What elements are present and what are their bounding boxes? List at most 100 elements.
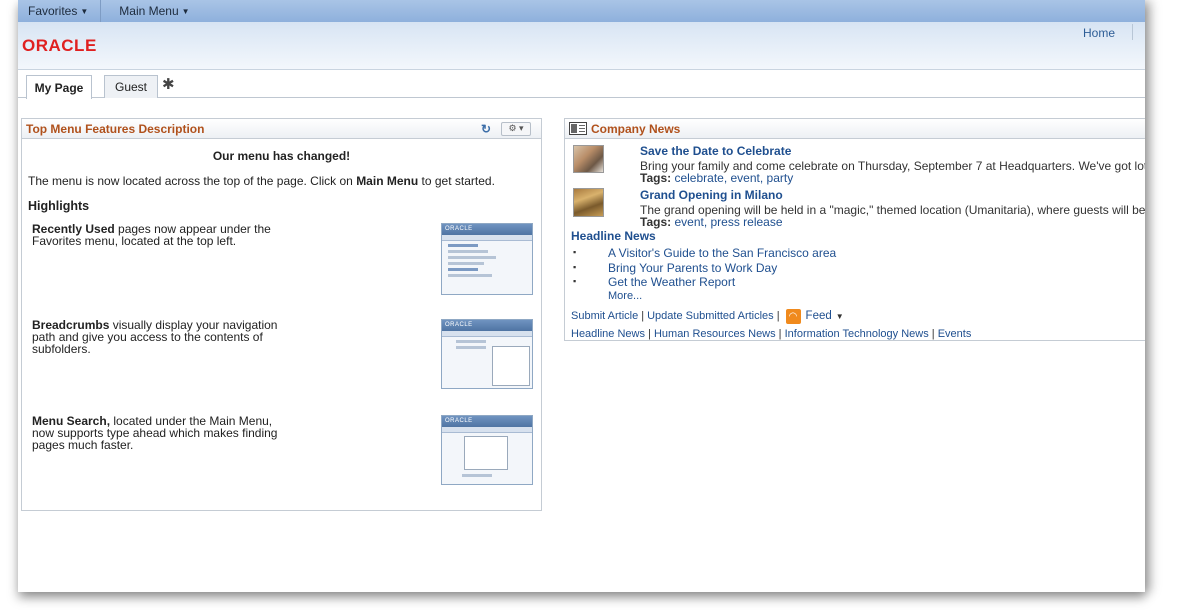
article-title-link[interactable]: Save the Date to Celebrate [640,144,791,158]
more-link[interactable]: More... [571,290,1145,302]
headline-link[interactable]: A Visitor's Guide to the San Francisco a… [608,246,836,260]
tab-guest[interactable]: Guest [104,75,158,98]
article-tags: Tags: event, press release [640,215,783,229]
tab-my-page[interactable]: My Page [26,75,92,99]
thumb-line [448,274,492,277]
header-divider [1132,24,1133,40]
thumb-line [462,474,492,477]
favorites-menu-label: Favorites [28,4,78,18]
thumb-logo: ORACLE [442,224,532,235]
thumb-logo: ORACLE [442,320,532,331]
main-menu[interactable]: Main Menu ▼ [101,0,201,22]
menu-bar: Favorites ▼ Main Menu ▼ [18,0,1145,22]
company-news-pagelet: Company News Save the Date to Celebrate … [564,118,1145,341]
favorites-menu[interactable]: Favorites ▼ [18,0,102,22]
separator: | [644,327,654,340]
caret-down-icon: ▼ [80,6,89,16]
headline-list: ▪ A Visitor's Guide to the San Francisco … [571,246,1145,290]
thumb-nav [442,427,532,433]
tags-links[interactable]: event, press release [674,215,782,229]
celebrate-thumbnail[interactable] [573,145,604,173]
list-item[interactable]: ▪ Bring Your Parents to Work Day [571,261,1145,276]
feed-dropdown[interactable]: Feed ▼ [806,310,844,322]
category-link[interactable]: Human Resources News [654,328,776,340]
update-articles-link[interactable]: Update Submitted Articles [647,310,774,322]
list-item[interactable]: ▪ Get the Weather Report [571,275,1145,290]
headline-link[interactable]: Get the Weather Report [608,275,735,289]
intro-main-menu: Main Menu [356,174,419,188]
company-news-header: Company News [565,119,1145,139]
bullet-icon: ▪ [573,261,577,272]
category-link[interactable]: Headline News [571,328,645,340]
portal-header: Favorites ▼ Main Menu ▼ ORACLE Home [18,0,1145,70]
features-pagelet-body: Our menu has changed! The menu is now lo… [22,149,541,509]
feature-text: Recently Used pages now appear under the… [32,223,292,247]
recently-used-screenshot: ORACLE [441,223,533,295]
intro-text-start: The menu is now located across the top o… [28,174,357,188]
news-article: Grand Opening in Milano The grand openin… [571,188,1145,233]
thumb-line [448,244,478,247]
thumb-line [448,268,478,271]
highlights-heading: Highlights [28,199,90,213]
feature-recently-used: Recently Used pages now appear under the… [28,223,535,317]
homepage-tabs: My Page Guest ✱ [18,72,1145,99]
tags-label: Tags: [640,215,672,229]
personalize-gear-icon[interactable]: ✱ [162,75,175,93]
menu-search-screenshot: ORACLE [441,415,533,485]
thumb-nav [442,331,532,337]
article-tags: Tags: celebrate, event, party [640,171,793,185]
thumb-nav [442,235,532,241]
thumb-line [456,340,486,343]
feature-text: Menu Search, located under the Main Menu… [32,415,292,451]
thumb-line [448,250,488,253]
article-title-link[interactable]: Grand Opening in Milano [640,188,783,202]
logo-text: ORACLE [22,36,97,55]
main-menu-label: Main Menu [119,4,179,18]
feature-breadcrumbs: Breadcrumbs visually display your naviga… [28,319,535,413]
features-pagelet: Top Menu Features Description ↻ ⚙ ▾ Our … [21,118,542,511]
bullet-icon: ▪ [573,276,577,286]
thumb-line [448,256,496,259]
bullet-icon: ▪ [573,247,577,257]
category-link[interactable]: Events [938,328,972,340]
submit-article-link[interactable]: Submit Article [571,310,638,322]
tags-links[interactable]: celebrate, event, party [674,171,793,185]
company-news-body: Save the Date to Celebrate Bring your fa… [565,143,1145,340]
thumb-popup [464,436,508,470]
rss-icon[interactable]: ◠ [785,308,801,324]
thumb-line [456,346,486,349]
pagelet-title: Company News [591,121,681,136]
breadcrumbs-screenshot: ORACLE [441,319,533,389]
oracle-logo: ORACLE [22,36,97,56]
feature-menu-search: Menu Search, located under the Main Menu… [28,415,535,509]
feed-label: Feed [805,310,832,322]
category-link[interactable]: Information Technology News [785,328,929,340]
thumb-logo: ORACLE [442,416,532,427]
thumb-popup [492,346,530,386]
separator: | [776,310,780,322]
feature-text: Breadcrumbs visually display your naviga… [32,319,292,355]
tags-label: Tags: [640,171,672,185]
caret-down-icon: ▼ [835,312,844,321]
separator: | [775,327,785,340]
thumb-line [448,262,484,265]
refresh-icon[interactable]: ↻ [481,122,491,136]
caret-down-icon: ▼ [181,6,190,16]
intro-text: The menu is now located across the top o… [28,174,535,188]
intro-text-end: to get started. [418,174,495,188]
news-icon [569,122,587,135]
list-item[interactable]: ▪ A Visitor's Guide to the San Francisco … [571,246,1145,261]
news-category-links: Headline News | Human Resources News | I… [571,328,1145,340]
headline-link[interactable]: Bring Your Parents to Work Day [608,261,777,275]
browser-window: Favorites ▼ Main Menu ▼ ORACLE Home My P… [18,0,1145,592]
separator: | [641,310,645,322]
article-actions: Submit Article | Update Submitted Articl… [571,308,1145,324]
menu-changed-heading: Our menu has changed! [212,149,351,163]
milano-thumbnail[interactable] [573,188,604,217]
pagelet-title: Top Menu Features Description [26,121,205,136]
home-link[interactable]: Home [1083,26,1115,40]
separator: | [928,327,938,340]
pagelet-options-button[interactable]: ⚙ ▾ [501,121,531,136]
news-article: Save the Date to Celebrate Bring your fa… [571,143,1145,188]
features-pagelet-header: Top Menu Features Description ↻ ⚙ ▾ [22,119,541,139]
